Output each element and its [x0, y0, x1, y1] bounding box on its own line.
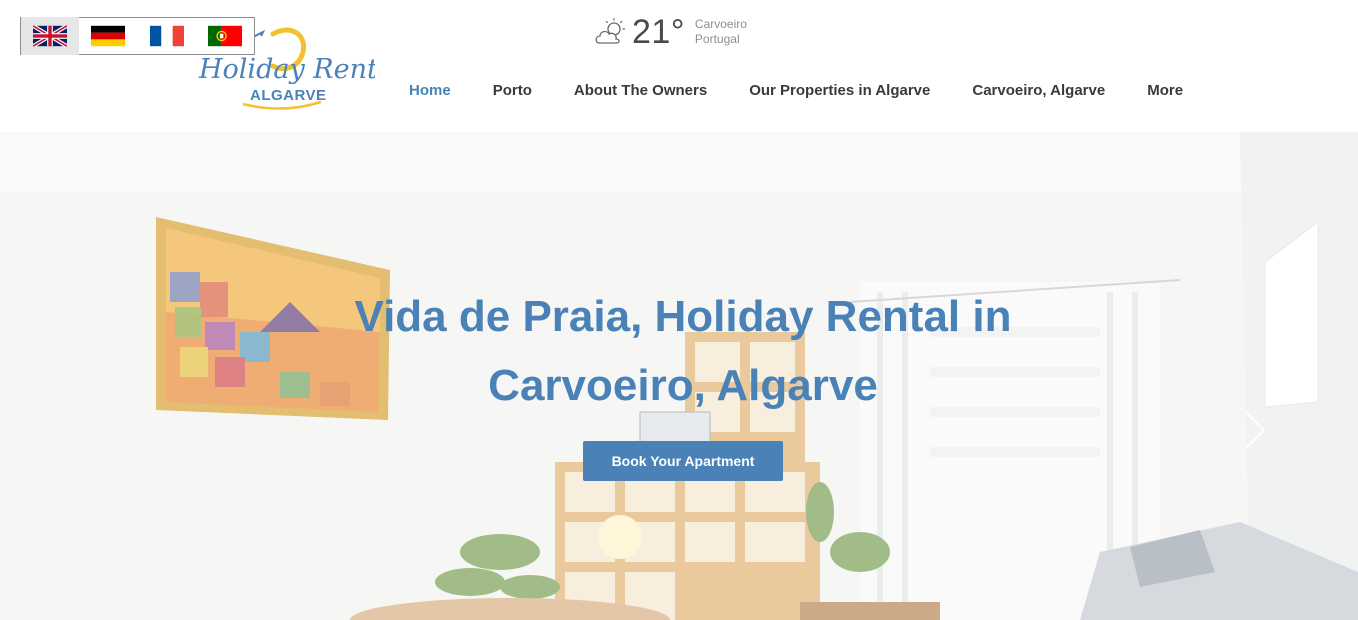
- nav-item-our-properties[interactable]: Our Properties in Algarve: [728, 82, 951, 99]
- language-french-button[interactable]: [138, 17, 196, 55]
- portugal-flag-icon: [207, 25, 242, 47]
- language-german-button[interactable]: [79, 17, 137, 55]
- partly-cloudy-icon: [595, 18, 625, 44]
- uk-flag-icon: [33, 25, 68, 47]
- hero-title-line-1: Vida de Praia, Holiday Rental in: [354, 292, 1012, 341]
- logo-text: Holiday Rental: [198, 54, 375, 85]
- weather-widget: 21° Carvoeiro Portugal: [594, 12, 747, 52]
- nav-item-porto[interactable]: Porto: [472, 82, 553, 99]
- hero-slideshow: Vida de Praia, Holiday Rental in Carvoei…: [0, 132, 1358, 620]
- nav-item-more[interactable]: More: [1126, 82, 1204, 99]
- temperature: 21°: [632, 12, 685, 51]
- main-nav: Home Porto About The Owners Our Properti…: [388, 80, 1204, 100]
- book-your-apartment-button[interactable]: Book Your Apartment: [583, 441, 783, 481]
- germany-flag-icon: [91, 25, 126, 47]
- chevron-right-icon[interactable]: [1240, 408, 1270, 452]
- france-flag-icon: [149, 25, 184, 47]
- nav-item-about-the-owners[interactable]: About The Owners: [553, 82, 728, 99]
- weather-country: Portugal: [694, 32, 740, 46]
- language-selector: [20, 17, 255, 55]
- nav-item-home[interactable]: Home: [388, 82, 472, 99]
- logo-subtext: ALGARVE: [250, 87, 327, 104]
- site-header: Holiday Rental ALGARVE 21° Carvoeiro Por…: [0, 0, 1358, 132]
- hero-title: Vida de Praia, Holiday Rental in Carvoei…: [279, 282, 1087, 420]
- language-portuguese-button[interactable]: [196, 17, 254, 55]
- nav-item-carvoeiro[interactable]: Carvoeiro, Algarve: [951, 82, 1126, 99]
- hero-title-line-2: Carvoeiro, Algarve: [488, 361, 878, 410]
- weather-city: Carvoeiro: [694, 17, 747, 31]
- language-english-button[interactable]: [21, 17, 80, 55]
